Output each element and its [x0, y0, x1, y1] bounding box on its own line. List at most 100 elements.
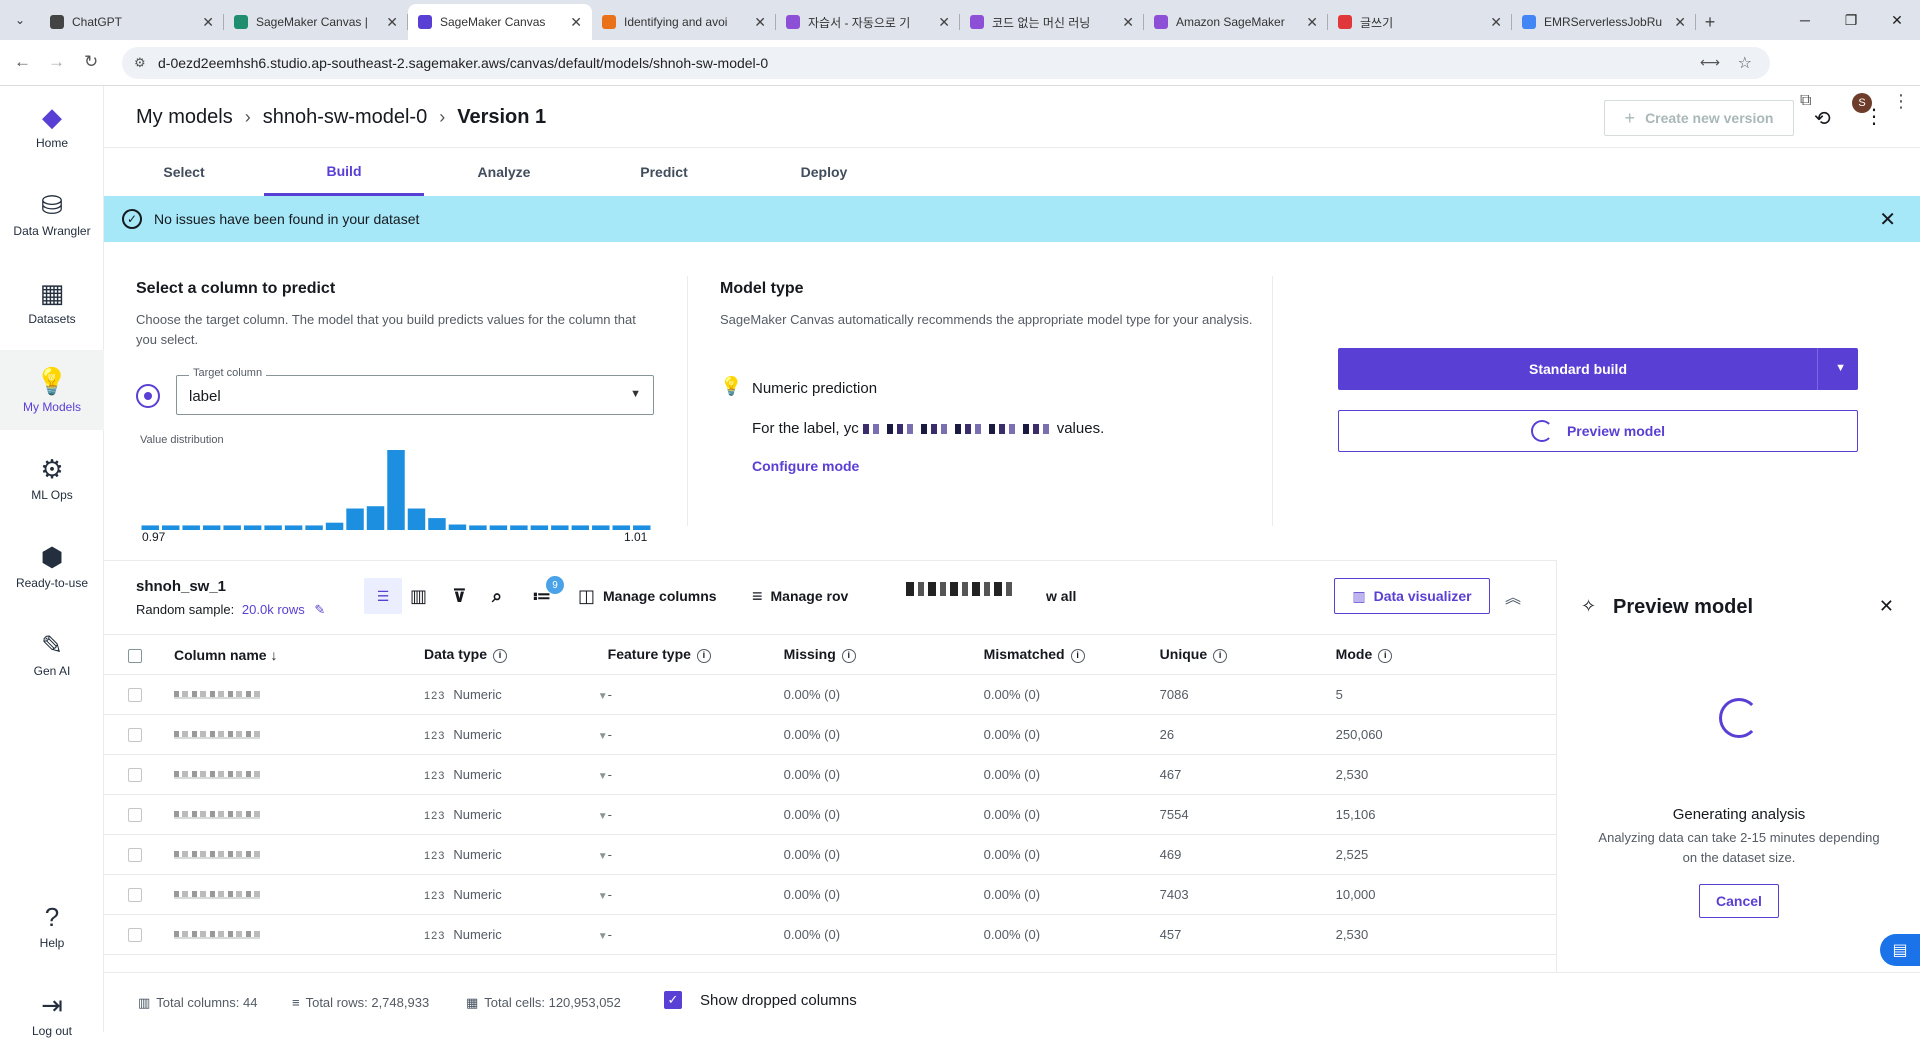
- url-field[interactable]: ⚙ d-0ezd2eemhsh6.studio.ap-southeast-2.s…: [122, 47, 1770, 79]
- table-row[interactable]: 123 Numeric ▼ -0.00% (0) 0.00% (0) 7403 10,000: [104, 874, 1556, 915]
- sidenav-item-help[interactable]: ? Help: [0, 886, 104, 966]
- row-checkbox[interactable]: [128, 688, 142, 703]
- data-type-select[interactable]: 123 Numeric ▼: [424, 714, 608, 755]
- close-window-icon[interactable]: ✕: [1874, 0, 1920, 40]
- manage-rows-button[interactable]: ≡ Manage rov: [752, 578, 848, 614]
- more-options-icon[interactable]: ⋮: [1864, 104, 1884, 129]
- create-new-version-button[interactable]: + Create new version: [1604, 100, 1794, 136]
- table-row[interactable]: 123 Numeric ▼ -0.00% (0) 0.00% (0) 467 2,530: [104, 754, 1556, 795]
- translate-icon[interactable]: ⟷: [1700, 54, 1720, 71]
- breadcrumb-my-models[interactable]: My models: [136, 106, 233, 129]
- target-column-select[interactable]: Target column label ▼: [176, 367, 654, 415]
- close-tab-icon[interactable]: ✕: [570, 14, 582, 31]
- cancel-button[interactable]: Cancel: [1699, 884, 1779, 918]
- show-dropped-columns-toggle[interactable]: ✓ Show dropped columns: [664, 991, 857, 1009]
- reload-icon[interactable]: ↻: [84, 52, 98, 72]
- data-type-select[interactable]: 123 Numeric ▼: [424, 914, 608, 955]
- close-tab-icon[interactable]: ✕: [1122, 14, 1134, 31]
- close-tab-icon[interactable]: ✕: [938, 14, 950, 31]
- browser-tab[interactable]: SageMaker Canvas | ✕: [224, 4, 408, 40]
- browser-tab[interactable]: ChatGPT ✕: [40, 4, 224, 40]
- sidenav-item-home[interactable]: ◆ Home: [0, 86, 104, 166]
- tab-select[interactable]: Select: [104, 148, 264, 196]
- forward-icon[interactable]: →: [48, 52, 65, 72]
- data-type-select[interactable]: 123 Numeric ▼: [424, 674, 608, 715]
- grid-view-button[interactable]: ▥: [410, 578, 435, 614]
- select-all-checkbox[interactable]: [128, 648, 142, 663]
- table-row[interactable]: 123 Numeric ▼ -0.00% (0) 0.00% (0) 7554 15,106: [104, 794, 1556, 835]
- sidenav-item-gen-ai[interactable]: ✎ Gen AI: [0, 614, 104, 694]
- checkbox-checked-icon[interactable]: ✓: [664, 991, 682, 1009]
- data-visualizer-button[interactable]: ▥ Data visualizer: [1334, 578, 1490, 614]
- manage-columns-button[interactable]: ◫ Manage columns: [578, 578, 717, 614]
- filter-button[interactable]: ⊽: [452, 578, 475, 614]
- table-row[interactable]: 123 Numeric ▼ -0.00% (0) 0.00% (0) 457 2,530: [104, 914, 1556, 955]
- close-tab-icon[interactable]: ✕: [1306, 14, 1318, 31]
- row-checkbox[interactable]: [128, 808, 142, 823]
- row-checkbox[interactable]: [128, 848, 142, 863]
- info-icon[interactable]: i: [1213, 648, 1228, 663]
- minimize-icon[interactable]: ─: [1782, 0, 1828, 40]
- collapse-icon[interactable]: ︽: [1505, 584, 1521, 608]
- close-tab-icon[interactable]: ✕: [1490, 14, 1502, 31]
- table-row[interactable]: 123 Numeric ▼ -0.00% (0) 0.00% (0) 469 2,525: [104, 834, 1556, 875]
- breadcrumb-model[interactable]: shnoh-sw-model-0: [263, 106, 428, 129]
- sidenav-item-ml-ops[interactable]: ⚙ ML Ops: [0, 438, 104, 518]
- chat-feedback-icon[interactable]: ▤: [1880, 934, 1920, 966]
- data-type-select[interactable]: 123 Numeric ▼: [424, 834, 608, 875]
- maximize-icon[interactable]: ❐: [1828, 0, 1874, 40]
- sample-rows-link[interactable]: 20.0k rows: [242, 602, 305, 617]
- info-icon[interactable]: i: [1070, 648, 1085, 663]
- row-checkbox[interactable]: [128, 728, 142, 743]
- back-icon[interactable]: ←: [14, 52, 31, 72]
- browser-tab[interactable]: SageMaker Canvas ✕: [408, 4, 592, 40]
- close-tab-icon[interactable]: ✕: [1674, 14, 1686, 31]
- info-icon[interactable]: i: [841, 648, 856, 663]
- show-all-button[interactable]: w all: [1046, 578, 1076, 614]
- info-icon[interactable]: i: [493, 648, 508, 663]
- data-type-select[interactable]: 123 Numeric ▼: [424, 874, 608, 915]
- close-tab-icon[interactable]: ✕: [754, 14, 766, 31]
- tab-predict[interactable]: Predict: [584, 148, 744, 196]
- bookmark-star-icon[interactable]: ☆: [1738, 53, 1752, 73]
- browser-tab[interactable]: Identifying and avoi ✕: [592, 4, 776, 40]
- history-icon[interactable]: ⟲: [1814, 106, 1831, 131]
- preview-model-button[interactable]: Preview model: [1338, 410, 1858, 452]
- row-checkbox[interactable]: [128, 928, 142, 943]
- sidenav-item-log-out[interactable]: ⇥ Log out: [0, 974, 104, 1054]
- browser-tab[interactable]: Amazon SageMaker ✕: [1144, 4, 1328, 40]
- data-type-select[interactable]: 123 Numeric ▼: [424, 794, 608, 835]
- close-tab-icon[interactable]: ✕: [386, 14, 398, 31]
- header-column-name[interactable]: Column name ↓: [174, 634, 424, 675]
- tab-analyze[interactable]: Analyze: [424, 148, 584, 196]
- standard-build-button[interactable]: Standard build ▼: [1338, 348, 1858, 390]
- table-row[interactable]: 123 Numeric ▼ -0.00% (0) 0.00% (0) 7086 5: [104, 674, 1556, 715]
- sidenav-item-my-models[interactable]: 💡 My Models: [0, 350, 104, 430]
- list-view-button[interactable]: ☰: [364, 578, 402, 614]
- edit-pencil-icon[interactable]: ✎: [314, 602, 325, 617]
- sidenav-item-ready-to-use[interactable]: ⬢ Ready-to-use: [0, 526, 104, 606]
- close-tab-icon[interactable]: ✕: [202, 14, 214, 31]
- info-icon[interactable]: i: [696, 648, 711, 663]
- configure-model-link[interactable]: Configure mode: [752, 458, 859, 474]
- browser-tab[interactable]: 글쓰기 ✕: [1328, 4, 1512, 40]
- sidenav-item-datasets[interactable]: ▦ Datasets: [0, 262, 104, 342]
- data-type-select[interactable]: 123 Numeric ▼: [424, 754, 608, 795]
- search-button[interactable]: ⌕: [492, 578, 510, 614]
- tab-search-icon[interactable]: ⌄: [8, 8, 32, 32]
- site-info-icon[interactable]: ⚙: [134, 55, 146, 71]
- sidenav-item-data-wrangler[interactable]: ⛁ Data Wrangler: [0, 174, 104, 254]
- browser-tab[interactable]: EMRServerlessJobRu ✕: [1512, 4, 1696, 40]
- build-options-caret-icon[interactable]: ▼: [1835, 362, 1846, 374]
- tab-build[interactable]: Build: [264, 148, 424, 196]
- dismiss-banner-icon[interactable]: ✕: [1879, 207, 1896, 232]
- new-tab-icon[interactable]: +: [1696, 4, 1724, 40]
- info-icon[interactable]: i: [1378, 648, 1393, 663]
- row-checkbox[interactable]: [128, 768, 142, 783]
- browser-tab[interactable]: 자습서 - 자동으로 기 ✕: [776, 4, 960, 40]
- browser-tab[interactable]: 코드 없는 머신 러닝 ✕: [960, 4, 1144, 40]
- row-checkbox[interactable]: [128, 888, 142, 903]
- table-row[interactable]: 123 Numeric ▼ -0.00% (0) 0.00% (0) 26 250,060: [104, 714, 1556, 755]
- close-panel-icon[interactable]: ✕: [1879, 596, 1894, 617]
- tab-deploy[interactable]: Deploy: [744, 148, 904, 196]
